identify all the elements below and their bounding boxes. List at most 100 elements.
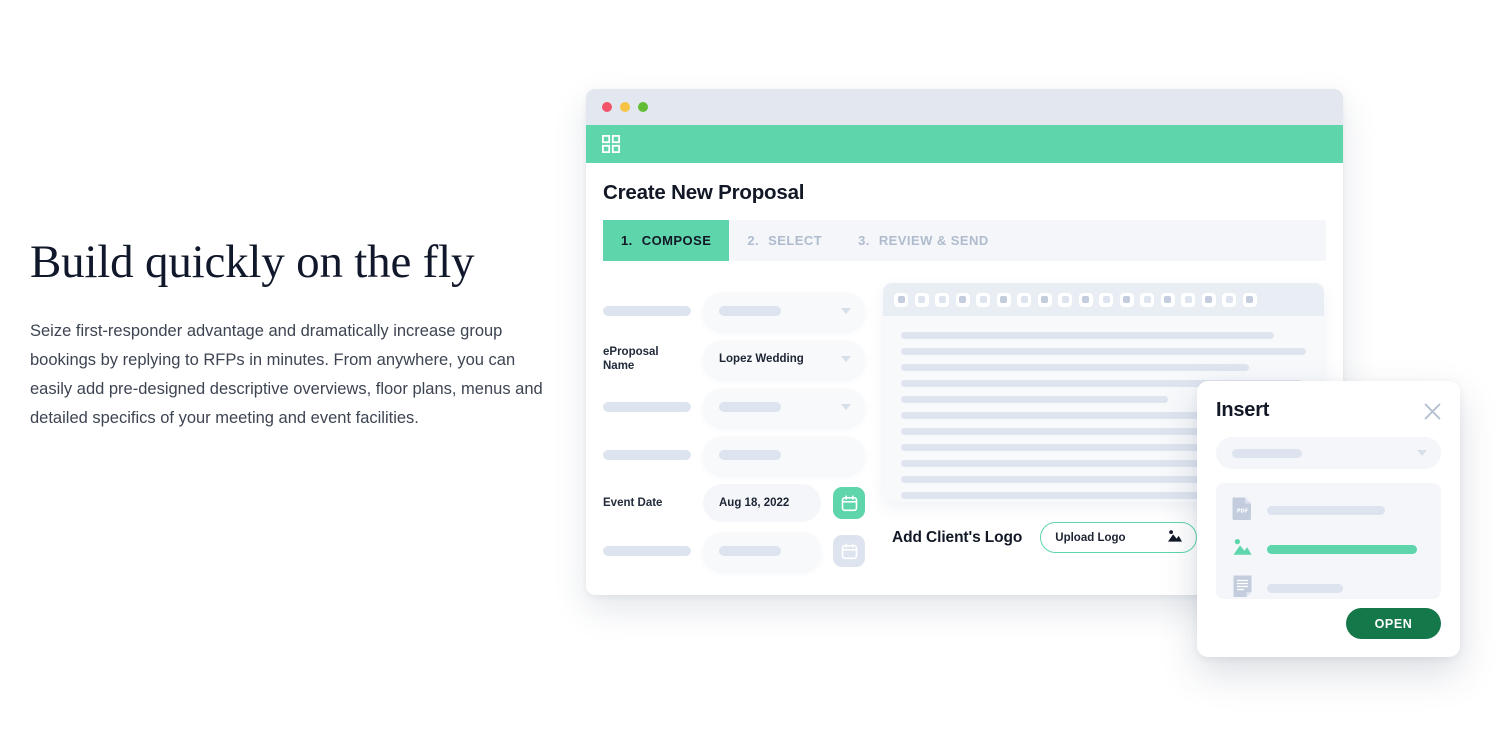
insert-dialog-header: Insert — [1216, 399, 1441, 422]
document-toolbar — [883, 283, 1324, 316]
open-button[interactable]: OPEN — [1346, 608, 1441, 639]
chip-dot — [1143, 296, 1151, 303]
maximize-window-dot[interactable] — [638, 102, 648, 112]
list-item[interactable] — [1232, 574, 1425, 603]
document-toolbar-chip[interactable] — [996, 292, 1011, 307]
form-row — [603, 287, 865, 335]
document-toolbar-chip[interactable] — [1119, 292, 1134, 307]
list-item-selected[interactable] — [1232, 537, 1425, 562]
field-label-placeholder — [603, 450, 691, 460]
field-value-placeholder — [719, 546, 781, 556]
document-icon — [1232, 574, 1253, 603]
chevron-down-icon — [841, 356, 851, 362]
document-toolbar-chip[interactable] — [894, 292, 908, 307]
chip-dot — [918, 296, 925, 303]
chevron-down-icon — [841, 404, 851, 410]
document-toolbar-chip[interactable] — [1242, 292, 1257, 307]
body-paragraph: Seize first-responder advantage and dram… — [30, 321, 543, 427]
insert-dialog-title: Insert — [1216, 399, 1270, 421]
page-title: Build quickly on the fly — [30, 236, 475, 288]
list-item-label-placeholder — [1267, 506, 1385, 515]
field-label-placeholder — [603, 402, 691, 412]
event-date-input[interactable]: Aug 18, 2022 — [703, 484, 821, 522]
document-toolbar-chip[interactable] — [1058, 292, 1072, 307]
calendar-icon — [841, 542, 857, 559]
chip-dot — [1102, 296, 1110, 303]
close-icon[interactable] — [1424, 403, 1441, 420]
form-row-eproposal-name: eProposal Name Lopez Wedding — [603, 335, 865, 383]
calendar-icon-button[interactable] — [833, 487, 865, 519]
document-toolbar-chip[interactable] — [1160, 292, 1175, 307]
chip-dot — [1020, 296, 1028, 303]
add-client-logo-label: Add Client's Logo — [892, 528, 1023, 546]
eproposal-name-select[interactable]: Lopez Wedding — [703, 340, 865, 378]
tab-compose[interactable]: 1. COMPOSE — [603, 220, 730, 261]
chip-dot — [979, 296, 987, 303]
document-text-line — [901, 396, 1169, 403]
tab-compose-number: 1. — [621, 233, 633, 248]
form-row-event-date: Event Date Aug 18, 2022 — [603, 479, 865, 527]
close-window-dot[interactable] — [602, 102, 612, 112]
insert-dialog: Insert PDF OPEN — [1197, 381, 1460, 657]
field-value-placeholder — [719, 450, 781, 460]
chip-dot — [1082, 296, 1089, 303]
chip-dot — [897, 296, 905, 303]
document-toolbar-chip[interactable] — [955, 292, 970, 307]
tab-review-send-number: 3. — [858, 233, 870, 248]
wizard-steps: 1. COMPOSE 2. SELECT 3. REVIEW & SEND — [603, 220, 1326, 261]
document-toolbar-chip[interactable] — [1181, 292, 1195, 307]
app-page-title: Create New Proposal — [603, 181, 805, 204]
document-toolbar-chip[interactable] — [1078, 292, 1093, 307]
upload-logo-button[interactable]: Upload Logo — [1040, 522, 1198, 553]
text-field-placeholder[interactable] — [703, 436, 865, 474]
chip-dot — [1123, 296, 1130, 303]
document-toolbar-chip[interactable] — [976, 292, 990, 307]
document-toolbar-chip[interactable] — [935, 292, 949, 307]
image-upload-icon — [1167, 529, 1183, 546]
insert-category-value-placeholder — [1232, 448, 1302, 458]
marketing-copy: Build quickly on the fly Seize first-res… — [30, 236, 550, 433]
document-toolbar-chip[interactable] — [914, 292, 929, 307]
document-toolbar-chip[interactable] — [1017, 292, 1031, 307]
form-row — [603, 383, 865, 431]
document-toolbar-chip[interactable] — [1037, 292, 1052, 307]
document-toolbar-chip[interactable] — [1140, 292, 1154, 307]
document-toolbar-chip[interactable] — [1099, 292, 1113, 307]
form-row — [603, 527, 865, 575]
insert-category-select[interactable] — [1216, 437, 1441, 469]
date-field-placeholder[interactable] — [703, 532, 821, 570]
page-root: Build quickly on the fly Seize first-res… — [0, 0, 1500, 750]
calendar-icon — [841, 494, 857, 511]
list-item[interactable]: PDF — [1232, 496, 1425, 525]
pdf-file-icon: PDF — [1232, 496, 1253, 525]
chip-dot — [959, 296, 966, 303]
list-item-label-highlight — [1267, 545, 1417, 554]
chip-dot — [938, 296, 946, 303]
insert-item-list: PDF — [1216, 483, 1441, 599]
tab-review-send[interactable]: 3. REVIEW & SEND — [840, 220, 1007, 261]
document-toolbar-chip[interactable] — [1201, 292, 1216, 307]
select-field-placeholder[interactable] — [703, 292, 865, 330]
select-field-placeholder[interactable] — [703, 388, 865, 426]
eproposal-name-value: Lopez Wedding — [719, 353, 804, 365]
chip-dot — [1246, 296, 1253, 303]
calendar-icon-button-placeholder[interactable] — [833, 535, 865, 567]
list-item-label-placeholder — [1267, 584, 1343, 593]
field-label-placeholder — [603, 306, 691, 316]
event-date-value: Aug 18, 2022 — [719, 497, 790, 509]
chevron-down-icon — [841, 308, 851, 314]
event-date-label: Event Date — [603, 497, 663, 509]
field-label-placeholder — [603, 546, 691, 556]
upload-logo-label: Upload Logo — [1055, 531, 1126, 544]
document-text-line — [901, 332, 1274, 339]
chip-dot — [1205, 296, 1212, 303]
document-toolbar-chip[interactable] — [1222, 292, 1236, 307]
chip-dot — [1061, 296, 1069, 303]
field-value-placeholder — [719, 306, 781, 316]
chevron-down-icon — [1417, 450, 1427, 456]
grid-icon[interactable] — [602, 135, 620, 153]
chip-dot — [1184, 296, 1192, 303]
tab-select[interactable]: 2. SELECT — [729, 220, 840, 261]
minimize-window-dot[interactable] — [620, 102, 630, 112]
tab-compose-label: COMPOSE — [641, 233, 712, 248]
